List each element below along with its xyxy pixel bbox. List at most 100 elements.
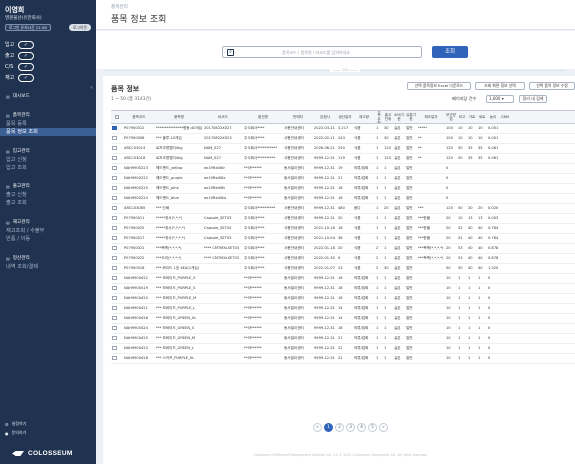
page-button[interactable]: 4 bbox=[357, 423, 366, 432]
nav-item[interactable]: 출고 신청 bbox=[0, 191, 96, 199]
column-header[interactable]: 재고량 bbox=[353, 111, 375, 123]
column-header[interactable]: 세로 bbox=[477, 111, 487, 123]
row-checkbox[interactable] bbox=[111, 304, 123, 313]
prev-page-button[interactable]: « bbox=[313, 423, 322, 432]
nav-item[interactable]: 품목 등록 bbox=[0, 120, 96, 128]
table-row[interactable]: P07900025 *****취사(*,*,*,*) Capsule_SET04 주식… bbox=[111, 224, 575, 234]
column-header[interactable]: 가로 bbox=[467, 111, 477, 123]
table-row[interactable]: NAH9900419 *** 모바이드_PURPLE_S **라****** 동서밀이… bbox=[111, 284, 575, 294]
table-row[interactable]: NAH9900428 *** 스카프_PURPLE_XL **라****** 동서밀이… bbox=[111, 354, 575, 364]
row-checkbox[interactable] bbox=[111, 354, 123, 363]
column-header[interactable]: CBM bbox=[499, 111, 511, 123]
nav-group-head[interactable]: ▤ 대시보드 bbox=[0, 93, 96, 101]
row-checkbox[interactable] bbox=[111, 254, 123, 263]
table-row[interactable]: NAH9900424 *** 모바이드_GREEN_S **라****** 동서밀이센… bbox=[111, 324, 575, 334]
check-icon[interactable]: ✓ bbox=[18, 73, 34, 82]
nav-group-head[interactable]: ▤ 정산관리 bbox=[0, 255, 96, 263]
column-header[interactable]: 출고단위 bbox=[383, 111, 393, 123]
check-icon[interactable]: ✓ bbox=[18, 51, 34, 60]
row-checkbox[interactable] bbox=[111, 124, 123, 133]
edit-selected-button[interactable]: 선택 품목 정보 수정 bbox=[529, 82, 575, 90]
nav-item[interactable]: 품목 정보 조회 bbox=[0, 128, 96, 136]
row-checkbox[interactable] bbox=[111, 274, 123, 283]
table-row[interactable]: NAH9900225 헤드밴드_pink ex19Rxt06t **라****** 동서… bbox=[111, 184, 575, 194]
settings-link[interactable]: ⚙ 설정하기 bbox=[5, 421, 26, 427]
table-row[interactable]: NAH9900422 *** 모바이드_PURPLE_S **라****** 동서밀이… bbox=[111, 274, 575, 284]
nav-item[interactable]: 재고조회 / 수불부 bbox=[0, 227, 96, 235]
column-header[interactable]: 유통기한 bbox=[405, 111, 417, 123]
column-header[interactable]: 바코드 bbox=[203, 111, 243, 123]
table-row[interactable]: ARCC03014 로즈조명탭더4kg NAM_027 주식회사***********… bbox=[111, 144, 575, 154]
table-row[interactable]: P07900018 *** 와이드 1호 4EA(1개입) 주식회사**** 사용안내… bbox=[111, 264, 575, 274]
table-row[interactable]: P07900021 ***복죽(*,*,*,*) **** CMTMXLSET03 주… bbox=[111, 244, 575, 254]
table-row[interactable]: NAH9900423 *** 모바이드_GREEN_L **라****** 동서밀이센… bbox=[111, 344, 575, 354]
nav-group-head[interactable]: ▤ 입고관리 bbox=[0, 148, 96, 156]
table-row[interactable]: NAH9900223 헤드밴드_yellow ex19Rxt06r **라******… bbox=[111, 164, 575, 174]
row-checkbox[interactable] bbox=[111, 344, 123, 353]
table-row[interactable]: NAH9900222 헤드밴드_purple ex19Rxt06z **라******… bbox=[111, 174, 575, 184]
column-header[interactable]: 제조일자 bbox=[417, 111, 445, 123]
breadcrumb[interactable]: 품목관리 bbox=[111, 4, 128, 10]
table-row[interactable]: P07900011 *****취사(*,*,*) Capsule_SET03 주식회사… bbox=[111, 214, 575, 224]
row-checkbox[interactable] bbox=[111, 284, 123, 293]
select-all-checkbox[interactable] bbox=[111, 111, 123, 123]
select-view-button[interactable]: 조회 화면 정보 선택 bbox=[475, 82, 525, 90]
excel-download-button[interactable]: 선택 품목정보 Excel 다운로드 bbox=[407, 82, 471, 90]
column-header[interactable]: 판매처 bbox=[283, 111, 313, 123]
table-row[interactable]: NAH9900426 *** 모바이드_GREEN_XL **라****** 동서밀이… bbox=[111, 314, 575, 324]
row-checkbox[interactable] bbox=[111, 214, 123, 223]
column-header[interactable]: 높이 bbox=[487, 111, 499, 123]
column-header[interactable]: 보관방법 bbox=[445, 111, 457, 123]
search-in-results-button[interactable]: 정리 내 검색 bbox=[519, 95, 547, 103]
collapse-sidebar-icon[interactable]: « bbox=[90, 85, 93, 91]
table-row[interactable]: NAH9900421 *** 모바이드_PURPLE_L **라****** 동서밀이… bbox=[111, 304, 575, 314]
row-checkbox[interactable] bbox=[111, 154, 123, 163]
nav-group-head[interactable]: ▤ 재고관리 bbox=[0, 219, 96, 227]
row-checkbox[interactable] bbox=[111, 144, 123, 153]
nav-item[interactable]: 입고 신청 bbox=[0, 156, 96, 164]
nav-group-head[interactable]: ▤ 품목관리 bbox=[0, 112, 96, 120]
row-checkbox[interactable] bbox=[111, 244, 123, 253]
column-header[interactable]: 소비기한 bbox=[393, 111, 405, 123]
row-checkbox[interactable] bbox=[111, 314, 123, 323]
page-size-select[interactable]: 1,000 ▾ bbox=[486, 95, 514, 103]
table-row[interactable]: P07900017 *****취사(*,*,*,*) Capsule_SET03 주식… bbox=[111, 234, 575, 244]
column-header[interactable]: 입점사 bbox=[313, 111, 337, 123]
table-row[interactable]: ARCC03085 *** 단배 주식회사********** 사용안내센터 9999-… bbox=[111, 204, 575, 214]
nav-item[interactable]: 출고 조회 bbox=[0, 199, 96, 207]
row-checkbox[interactable] bbox=[111, 264, 123, 273]
page-button[interactable]: 2 bbox=[335, 423, 344, 432]
row-checkbox[interactable] bbox=[111, 194, 123, 203]
collapse-search-toggle[interactable]: —— ◇◇ —— bbox=[330, 67, 361, 72]
column-header[interactable]: 비고 bbox=[457, 111, 467, 123]
login-time-button[interactable]: 로그인 유지시간 21:58 bbox=[5, 24, 51, 31]
column-header[interactable]: 품목코드 bbox=[123, 111, 155, 123]
row-checkbox[interactable] bbox=[111, 224, 123, 233]
table-row[interactable]: P07900008 *** 블루-10개입 20170822X023 주식회사****… bbox=[111, 134, 575, 144]
check-icon[interactable]: ✓ bbox=[18, 62, 34, 71]
row-checkbox[interactable] bbox=[111, 204, 123, 213]
row-checkbox[interactable] bbox=[111, 174, 123, 183]
table-row[interactable]: NAH9900420 *** 모바이드_PURPLE_M **라****** 동서밀이… bbox=[111, 294, 575, 304]
next-page-button[interactable]: » bbox=[379, 423, 388, 432]
check-icon[interactable]: ✓ bbox=[18, 40, 34, 49]
nav-item[interactable]: 입고 조회 bbox=[0, 164, 96, 172]
column-header[interactable]: 품목유형 bbox=[375, 111, 383, 123]
page-button[interactable]: 3 bbox=[346, 423, 355, 432]
row-checkbox[interactable] bbox=[111, 294, 123, 303]
column-header[interactable]: 생산일자 bbox=[337, 111, 353, 123]
row-checkbox[interactable] bbox=[111, 234, 123, 243]
logout-button[interactable]: 로그아웃 bbox=[69, 24, 91, 31]
search-button[interactable]: 조회 bbox=[432, 46, 468, 58]
nav-group-head[interactable]: ▤ 출고관리 bbox=[0, 183, 96, 191]
column-header[interactable]: 옵션명 bbox=[243, 111, 283, 123]
table-row[interactable]: NAH9900425 *** 모바이드_GREEN_M **라****** 동서밀이센… bbox=[111, 334, 575, 344]
row-checkbox[interactable] bbox=[111, 164, 123, 173]
table-row[interactable]: ARCC03018 로즈조명탭더4kg NAM_027 주식회사********** 사… bbox=[111, 154, 575, 164]
column-header[interactable]: 품목명 bbox=[155, 111, 203, 123]
row-checkbox[interactable] bbox=[111, 334, 123, 343]
page-button[interactable]: 5 bbox=[368, 423, 377, 432]
help-link[interactable]: ● 문의하기 bbox=[5, 430, 26, 436]
table-row[interactable]: NAH9900224 헤드밴드_blue ex19Rxt06q **라****** 동서… bbox=[111, 194, 575, 204]
search-input[interactable]: ⌕ 품목코드 / 품목명 / 바코드를 입력하세요 bbox=[222, 46, 422, 58]
